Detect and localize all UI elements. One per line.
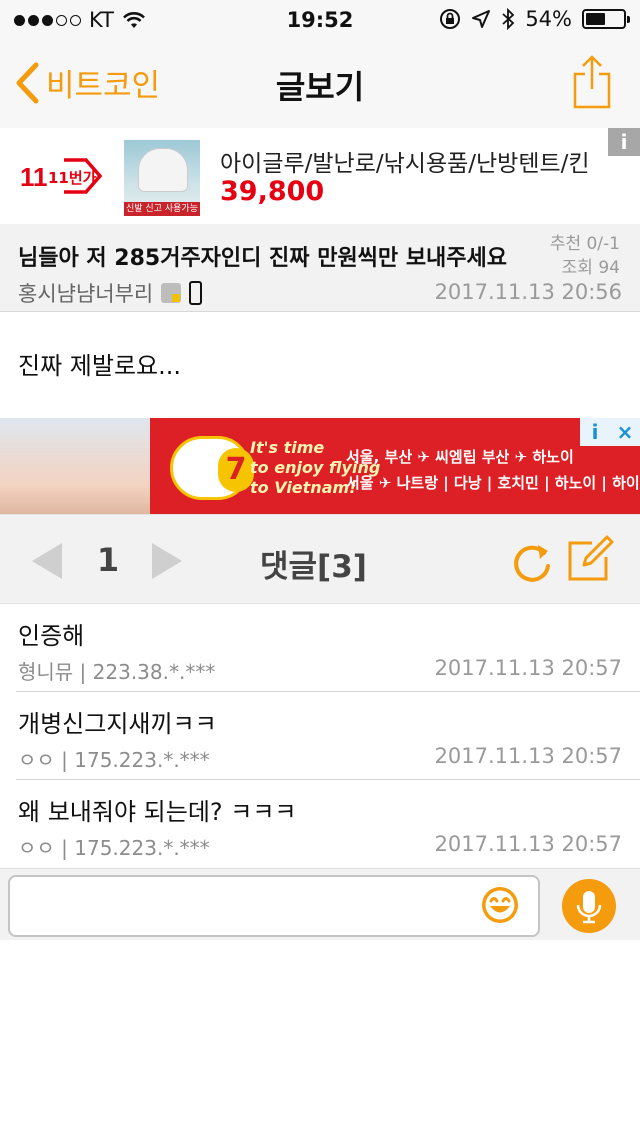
page-number: 1 [96, 541, 120, 579]
refresh-icon [514, 545, 550, 582]
comment-text: 인증해 [18, 622, 85, 650]
share-button[interactable] [572, 54, 612, 114]
comment-meta: ㅇㅇ | 175.223.*.*** [18, 836, 210, 860]
write-comment-button[interactable] [566, 535, 614, 587]
comment-item[interactable]: 개병신그지새끼ㅋㅋ ㅇㅇ | 175.223.*.*** 2017.11.13 … [0, 692, 640, 780]
location-arrow-icon [472, 10, 491, 28]
status-right: 54% [439, 7, 630, 31]
comment-input-bar [0, 868, 640, 940]
post-author-row: 홍시냠냠너부리 [18, 278, 203, 308]
battery-fill [586, 13, 606, 25]
mobile-icon [189, 281, 203, 305]
thumbnail-caption: 신발 신고 사용가능 [124, 202, 200, 216]
post-title: 님들아 저 285거주자인디 진짜 만원씩만 보내주세요 [18, 246, 508, 271]
ad-info-button[interactable]: i [608, 128, 640, 156]
view-count: 조회 94 [561, 258, 620, 278]
comment-meta: 형니뮤 | 223.38.*.*** [18, 660, 216, 684]
share-icon [573, 55, 611, 109]
banner-badge-number: 7 [218, 448, 254, 492]
ad-close-icon[interactable]: × [610, 418, 640, 446]
page-title: 글보기 [275, 68, 365, 106]
comment-date: 2017.11.13 20:57 [434, 832, 622, 856]
ad-product-name[interactable]: 아이글루/발난로/낚시용품/난방텐트/킨 [220, 144, 608, 178]
ad-choices-icon[interactable]: i [580, 418, 610, 446]
ad-price: 39,800 [220, 176, 325, 207]
banner-routes: 서울, 부산 ✈ 씨엠립 부산 ✈ 하노이 서울 ✈ 나트랑 | 다낭 | 호치… [346, 444, 640, 496]
next-page-button[interactable] [152, 543, 182, 579]
brand-name: 11번가 [48, 169, 97, 187]
banner-route: 서울, 부산 ✈ 씨엠립 부산 ✈ 하노이 [346, 448, 574, 466]
recommend-count: 추천 0/-1 [549, 234, 620, 254]
emoji-button[interactable] [480, 885, 520, 929]
smiley-icon [482, 887, 518, 923]
battery-percent: 54% [525, 7, 572, 31]
user-level-icon [161, 283, 182, 303]
comment-meta: ㅇㅇ | 175.223.*.*** [18, 748, 210, 772]
product-image [138, 148, 188, 192]
banner-image [0, 418, 150, 514]
voice-input-button[interactable] [562, 879, 616, 933]
brand-logo: 11 11번가 [20, 158, 103, 194]
comment-item[interactable]: 인증해 형니뮤 | 223.38.*.*** 2017.11.13 20:57 [0, 604, 640, 692]
battery-icon [582, 9, 630, 29]
post-date: 2017.11.13 20:56 [434, 280, 622, 304]
bluetooth-icon [502, 8, 515, 30]
product-thumbnail[interactable]: 신발 신고 사용가능 [124, 140, 200, 216]
comment-text: 개병신그지새끼ㅋㅋ [18, 710, 217, 738]
post-body: 진짜 제발로요... [0, 312, 640, 418]
orientation-lock-icon [440, 9, 461, 29]
banner-route: 서울 ✈ 나트랑 | 다낭 | 호치민 | 하노이 | 하이퐁 [346, 474, 640, 492]
post-author[interactable]: 홍시냠냠너부리 [18, 278, 153, 308]
airline-banner-ad[interactable]: 7 It's time to enjoy flying to Vietnam! … [0, 418, 640, 514]
post-header: 님들아 저 285거주자인디 진짜 만원씩만 보내주세요 추천 0/-1 조회 … [0, 224, 640, 312]
comment-item[interactable]: 왜 보내줘야 되는데? ㅋㅋㅋ ㅇㅇ | 175.223.*.*** 2017.… [0, 780, 640, 868]
navigation-bar: 비트코인 글보기 [0, 40, 640, 128]
svg-text:11: 11 [20, 162, 48, 192]
ad-controls: i × [580, 418, 640, 446]
post-stats: 추천 0/-1 조회 94 [550, 232, 620, 280]
edit-icon [568, 535, 614, 581]
comment-date: 2017.11.13 20:57 [434, 744, 622, 768]
comment-toolbar: 1 댓글[3] [0, 514, 640, 604]
refresh-button[interactable] [510, 537, 554, 589]
comment-text: 왜 보내줘야 되는데? ㅋㅋㅋ [18, 798, 297, 826]
status-bar: KT 19:52 54% [0, 0, 640, 40]
prev-page-button[interactable] [32, 543, 62, 579]
comment-count: 댓글[3] [260, 549, 367, 585]
comment-date: 2017.11.13 20:57 [434, 656, 622, 680]
product-ad-banner[interactable]: 11 11번가 신발 신고 사용가능 아이글루/발난로/낚시용품/난방텐트/킨 … [0, 128, 640, 224]
microphone-icon [576, 891, 602, 924]
post-content: 진짜 제발로요... [18, 352, 181, 380]
comment-input[interactable] [8, 875, 540, 937]
